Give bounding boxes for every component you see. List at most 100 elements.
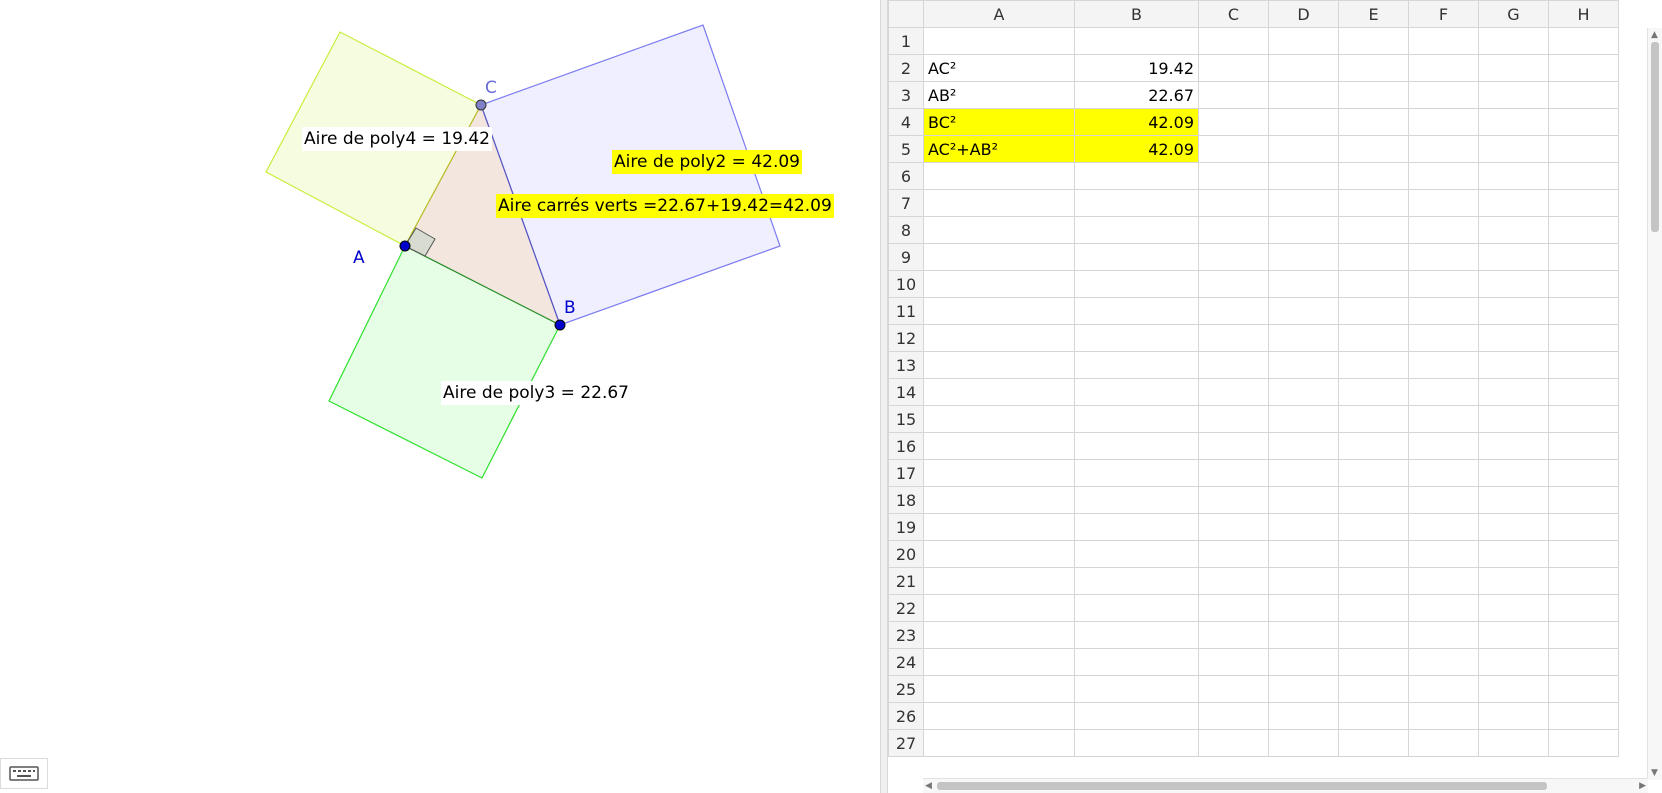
cell-f8[interactable] [1408, 216, 1479, 244]
cell-e16[interactable] [1338, 432, 1409, 460]
cell-c7[interactable] [1198, 189, 1269, 217]
cell-e18[interactable] [1338, 486, 1409, 514]
cell-g25[interactable] [1478, 675, 1549, 703]
cell-d7[interactable] [1268, 189, 1339, 217]
cell-a25[interactable] [923, 675, 1075, 703]
graphics-view[interactable]: A B C Aire de poly4 = 19.42 Aire de poly… [0, 0, 880, 793]
cell-c20[interactable] [1198, 540, 1269, 568]
cell-a19[interactable] [923, 513, 1075, 541]
cell-g17[interactable] [1478, 459, 1549, 487]
cell-d27[interactable] [1268, 729, 1339, 757]
row-header-15[interactable]: 15 [888, 405, 924, 433]
point-a-label[interactable]: A [353, 248, 365, 268]
cell-a12[interactable] [923, 324, 1075, 352]
cell-b2[interactable]: 19.42 [1074, 54, 1199, 82]
cell-c15[interactable] [1198, 405, 1269, 433]
row-header-10[interactable]: 10 [888, 270, 924, 298]
area-poly2-label[interactable]: Aire de poly2 = 42.09 [612, 150, 802, 174]
cell-h17[interactable] [1548, 459, 1619, 487]
cell-e11[interactable] [1338, 297, 1409, 325]
cell-a5[interactable]: AC²+AB² [923, 135, 1075, 163]
scroll-up-icon[interactable]: ▲ [1651, 28, 1658, 42]
cell-e6[interactable] [1338, 162, 1409, 190]
cell-e1[interactable] [1338, 27, 1409, 55]
cell-f10[interactable] [1408, 270, 1479, 298]
row-header-18[interactable]: 18 [888, 486, 924, 514]
cell-g2[interactable] [1478, 54, 1549, 82]
cell-h9[interactable] [1548, 243, 1619, 271]
view-divider[interactable] [880, 0, 888, 793]
cell-g5[interactable] [1478, 135, 1549, 163]
cell-e4[interactable] [1338, 108, 1409, 136]
cell-g24[interactable] [1478, 648, 1549, 676]
cell-b16[interactable] [1074, 432, 1199, 460]
row-header-13[interactable]: 13 [888, 351, 924, 379]
cell-e12[interactable] [1338, 324, 1409, 352]
column-header-g[interactable]: G [1478, 0, 1549, 28]
cell-a8[interactable] [923, 216, 1075, 244]
cell-h22[interactable] [1548, 594, 1619, 622]
cell-c8[interactable] [1198, 216, 1269, 244]
row-header-20[interactable]: 20 [888, 540, 924, 568]
cell-c1[interactable] [1198, 27, 1269, 55]
cell-e17[interactable] [1338, 459, 1409, 487]
cell-b23[interactable] [1074, 621, 1199, 649]
cell-h26[interactable] [1548, 702, 1619, 730]
row-header-23[interactable]: 23 [888, 621, 924, 649]
row-header-21[interactable]: 21 [888, 567, 924, 595]
cell-c12[interactable] [1198, 324, 1269, 352]
row-header-4[interactable]: 4 [888, 108, 924, 136]
cell-c18[interactable] [1198, 486, 1269, 514]
cell-h10[interactable] [1548, 270, 1619, 298]
cell-b1[interactable] [1074, 27, 1199, 55]
cell-a13[interactable] [923, 351, 1075, 379]
row-header-9[interactable]: 9 [888, 243, 924, 271]
cell-g9[interactable] [1478, 243, 1549, 271]
cell-g1[interactable] [1478, 27, 1549, 55]
cell-b20[interactable] [1074, 540, 1199, 568]
vertical-scrollbar[interactable]: ▲ ▼ [1647, 28, 1662, 780]
cell-c2[interactable] [1198, 54, 1269, 82]
cell-g13[interactable] [1478, 351, 1549, 379]
cell-d25[interactable] [1268, 675, 1339, 703]
cell-h5[interactable] [1548, 135, 1619, 163]
row-header-27[interactable]: 27 [888, 729, 924, 757]
cell-h25[interactable] [1548, 675, 1619, 703]
cell-h23[interactable] [1548, 621, 1619, 649]
keyboard-button[interactable] [0, 758, 48, 789]
cell-f25[interactable] [1408, 675, 1479, 703]
cell-c19[interactable] [1198, 513, 1269, 541]
cell-a26[interactable] [923, 702, 1075, 730]
cell-b12[interactable] [1074, 324, 1199, 352]
cell-c5[interactable] [1198, 135, 1269, 163]
cell-g16[interactable] [1478, 432, 1549, 460]
cell-f23[interactable] [1408, 621, 1479, 649]
cell-f1[interactable] [1408, 27, 1479, 55]
spreadsheet-corner[interactable] [888, 0, 924, 28]
cell-f26[interactable] [1408, 702, 1479, 730]
cell-b15[interactable] [1074, 405, 1199, 433]
cell-a7[interactable] [923, 189, 1075, 217]
row-header-16[interactable]: 16 [888, 432, 924, 460]
cell-g12[interactable] [1478, 324, 1549, 352]
cell-e3[interactable] [1338, 81, 1409, 109]
horizontal-scroll-thumb[interactable] [937, 782, 1547, 790]
cell-f9[interactable] [1408, 243, 1479, 271]
area-poly3-label[interactable]: Aire de poly3 = 22.67 [441, 381, 631, 405]
cell-e14[interactable] [1338, 378, 1409, 406]
row-header-17[interactable]: 17 [888, 459, 924, 487]
vertical-scroll-thumb[interactable] [1651, 42, 1659, 232]
column-header-h[interactable]: H [1548, 0, 1619, 28]
row-header-25[interactable]: 25 [888, 675, 924, 703]
cell-c9[interactable] [1198, 243, 1269, 271]
cell-d18[interactable] [1268, 486, 1339, 514]
cell-a21[interactable] [923, 567, 1075, 595]
cell-f12[interactable] [1408, 324, 1479, 352]
cell-a20[interactable] [923, 540, 1075, 568]
cell-g23[interactable] [1478, 621, 1549, 649]
cell-d9[interactable] [1268, 243, 1339, 271]
cell-d22[interactable] [1268, 594, 1339, 622]
cell-g19[interactable] [1478, 513, 1549, 541]
row-header-26[interactable]: 26 [888, 702, 924, 730]
cell-g27[interactable] [1478, 729, 1549, 757]
